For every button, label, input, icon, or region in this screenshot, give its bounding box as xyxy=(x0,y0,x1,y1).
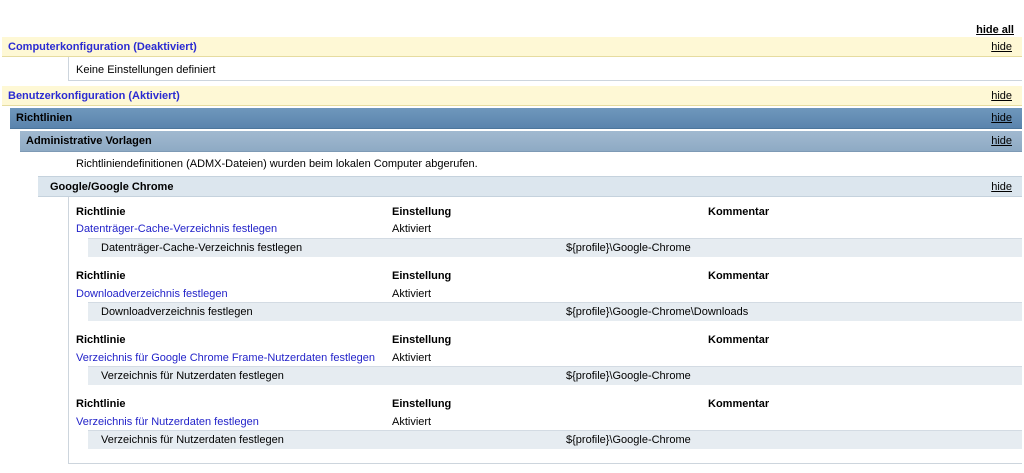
policies-header[interactable]: Richtlinien hide xyxy=(10,108,1022,129)
column-header-setting: Einstellung xyxy=(392,270,452,282)
policy-setting-value: Aktiviert xyxy=(392,223,432,235)
admin-templates-header[interactable]: Administrative Vorlagen hide xyxy=(20,131,1022,152)
policy-link-download-dir[interactable]: Downloadverzeichnis festlegen xyxy=(76,288,228,300)
column-header-policy: Richtlinie xyxy=(76,334,126,346)
policy-setting-value: Aktiviert xyxy=(392,352,432,364)
policy-detail-label: Datenträger-Cache-Verzeichnis festlegen xyxy=(101,242,303,254)
column-header-comment: Kommentar xyxy=(708,398,770,410)
column-header-policy: Richtlinie xyxy=(76,398,126,410)
column-header-setting: Einstellung xyxy=(392,206,452,218)
policy-detail-row: Verzeichnis für Nutzerdaten festlegen ${… xyxy=(88,430,1022,449)
category-bottom-border xyxy=(68,463,1022,464)
computer-config-hide-link[interactable]: hide xyxy=(991,41,1012,53)
computer-config-title: Computerkonfiguration (Deaktiviert) xyxy=(8,40,197,53)
policy-detail-label: Verzeichnis für Nutzerdaten festlegen xyxy=(101,370,284,382)
computer-config-header[interactable]: Computerkonfiguration (Deaktiviert) hide xyxy=(2,37,1022,57)
google-chrome-category-title: Google/Google Chrome xyxy=(50,180,174,193)
policy-detail-row: Datenträger-Cache-Verzeichnis festlegen … xyxy=(88,238,1022,257)
divider xyxy=(68,80,1022,81)
policy-detail-label: Verzeichnis für Nutzerdaten festlegen xyxy=(101,434,284,446)
admin-templates-hide-link[interactable]: hide xyxy=(991,135,1012,147)
policy-detail-value: ${profile}\Google-Chrome xyxy=(566,370,691,382)
policy-detail-value: ${profile}\Google-Chrome xyxy=(566,434,691,446)
google-chrome-category-header[interactable]: Google/Google Chrome hide xyxy=(38,176,1022,197)
column-header-policy: Richtlinie xyxy=(76,270,126,282)
user-config-hide-link[interactable]: hide xyxy=(991,90,1012,102)
computer-config-note: Keine Einstellungen definiert xyxy=(76,64,216,76)
policy-detail-value: ${profile}\Google-Chrome\Downloads xyxy=(566,306,749,318)
policy-link-chrome-frame-userdata-dir[interactable]: Verzeichnis für Google Chrome Frame-Nutz… xyxy=(76,352,375,364)
column-header-comment: Kommentar xyxy=(708,270,770,282)
admx-note: Richtliniendefinitionen (ADMX-Dateien) w… xyxy=(76,158,478,170)
column-header-comment: Kommentar xyxy=(708,334,770,346)
divider xyxy=(68,57,69,80)
category-left-border xyxy=(68,197,69,463)
admin-templates-title: Administrative Vorlagen xyxy=(26,135,152,147)
policies-hide-link[interactable]: hide xyxy=(991,112,1012,124)
google-chrome-hide-link[interactable]: hide xyxy=(991,181,1012,193)
policy-setting-value: Aktiviert xyxy=(392,416,432,428)
policy-link-userdata-dir[interactable]: Verzeichnis für Nutzerdaten festlegen xyxy=(76,416,259,428)
column-header-setting: Einstellung xyxy=(392,398,452,410)
policy-detail-row: Downloadverzeichnis festlegen ${profile}… xyxy=(88,302,1022,321)
column-header-policy: Richtlinie xyxy=(76,206,126,218)
policy-link-disk-cache-dir[interactable]: Datenträger-Cache-Verzeichnis festlegen xyxy=(76,223,277,235)
policy-setting-value: Aktiviert xyxy=(392,288,432,300)
policy-detail-label: Downloadverzeichnis festlegen xyxy=(101,306,253,318)
hide-all-link[interactable]: hide all xyxy=(976,24,1014,36)
user-config-header[interactable]: Benutzerkonfiguration (Aktiviert) hide xyxy=(2,86,1022,106)
policies-title: Richtlinien xyxy=(16,112,73,124)
user-config-title: Benutzerkonfiguration (Aktiviert) xyxy=(8,89,180,102)
column-header-setting: Einstellung xyxy=(392,334,452,346)
column-header-comment: Kommentar xyxy=(708,206,770,218)
policy-detail-row: Verzeichnis für Nutzerdaten festlegen ${… xyxy=(88,366,1022,385)
policy-detail-value: ${profile}\Google-Chrome xyxy=(566,242,691,254)
